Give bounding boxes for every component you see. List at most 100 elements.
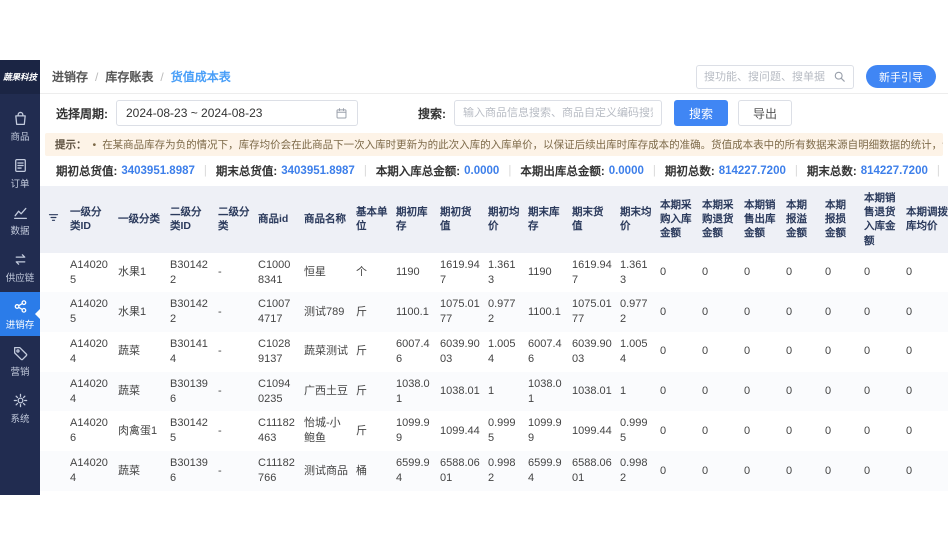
cell: 0 [698, 292, 740, 332]
cell: 测试789 [300, 292, 352, 332]
table-head: 一级分类ID一级分类二级分类ID二级分类商品id商品名称基本单位期初库存期初货值… [40, 186, 948, 253]
cell: 0 [860, 253, 902, 293]
period-range-picker[interactable]: 2024-08-23 ~ 2024-08-23 [116, 100, 358, 126]
cell: 1.3613 [484, 253, 524, 293]
cell: 1075.0177 [568, 292, 616, 332]
cell: 0 [698, 372, 740, 412]
sidebar-item-label: 进销存 [6, 317, 35, 331]
calendar-icon [335, 107, 348, 120]
cell: 蔬菜 [114, 332, 166, 372]
cell: B301425 [166, 411, 214, 451]
product-search-input[interactable] [463, 107, 653, 119]
cell: 斤 [352, 372, 392, 412]
newbie-guide-button[interactable]: 新手引导 [866, 65, 936, 88]
cell: C10940235 [254, 372, 300, 412]
cell: 0 [902, 253, 948, 293]
sidebar-item-orders[interactable]: 订单 [0, 151, 40, 195]
summary-separator: | [653, 165, 656, 177]
sidebar-item-marketing[interactable]: 营销 [0, 339, 40, 383]
cell: B301396 [166, 451, 214, 491]
cell: 1.0054 [616, 332, 656, 372]
export-button[interactable]: 导出 [738, 100, 792, 126]
table-row: A140204蔬菜B301414-C10289137蔬菜测试斤6007.4660… [40, 332, 948, 372]
product-search-box[interactable] [454, 100, 662, 126]
table-row: A140205水果1B301422-C10074717测试789斤1100.11… [40, 292, 948, 332]
sidebar-item-data[interactable]: 数据 [0, 198, 40, 242]
cell: C10008341 [254, 253, 300, 293]
cell: - [214, 332, 254, 372]
sidebar-item-label: 营销 [10, 364, 29, 378]
summary-label: 本期出库总金额: [520, 163, 604, 179]
summary-value: 3403951.8987 [121, 165, 195, 177]
cell: 蔬菜 [114, 451, 166, 491]
table-header-row: 一级分类ID一级分类二级分类ID二级分类商品id商品名称基本单位期初库存期初货值… [40, 186, 948, 253]
breadcrumb-item[interactable]: 库存账表 [105, 68, 153, 85]
search-icon[interactable] [833, 70, 846, 83]
sidebar-item-label: 系统 [10, 411, 29, 425]
cell: - [214, 292, 254, 332]
global-search-input[interactable] [704, 71, 833, 83]
cell: 水果1 [114, 253, 166, 293]
cell: 6599.94 [392, 451, 436, 491]
column-filter-icon[interactable] [40, 186, 66, 253]
search-label: 搜索: [418, 105, 446, 122]
cell: 0 [860, 411, 902, 451]
cell: 0 [656, 253, 698, 293]
cell: 0 [821, 332, 860, 372]
cell: 1190 [524, 253, 568, 293]
summary-value: 0.0000 [464, 165, 499, 177]
cell: 0 [782, 332, 821, 372]
cell: 水果1 [114, 292, 166, 332]
cost-table: 一级分类ID一级分类二级分类ID二级分类商品id商品名称基本单位期初库存期初货值… [40, 186, 948, 495]
sidebar-item-system[interactable]: 系统 [0, 386, 40, 430]
sidebar: 蔬果科技 商品订单数据供应链进销存营销系统 [0, 60, 40, 495]
search-button[interactable]: 搜索 [674, 100, 728, 126]
cell: 0.9982 [616, 491, 656, 495]
supply-icon [12, 251, 29, 268]
summary-separator: | [937, 165, 940, 177]
cell: C11182463 [254, 411, 300, 451]
global-search-box[interactable] [696, 65, 854, 89]
period-label: 选择周期: [56, 105, 108, 122]
cell: A140204 [66, 451, 114, 491]
cell: B301422 [166, 292, 214, 332]
column-header: 一级分类ID [66, 186, 114, 253]
orders-icon [12, 157, 29, 174]
period-range-value: 2024-08-23 ~ 2024-08-23 [126, 106, 262, 120]
cell: 6588.0601 [436, 451, 484, 491]
cell: 0 [740, 491, 782, 495]
summary-label: 本期入库总金额: [376, 163, 460, 179]
cell: 0 [656, 292, 698, 332]
cell: 0 [740, 292, 782, 332]
cell: B301403 [166, 491, 214, 495]
hint-bar: 提示： • 在某商品库存为负的情况下，库存均价会在此商品下一次入库时更新为的此次… [45, 133, 943, 156]
column-header: 期初货值 [436, 186, 484, 253]
summary-label: 期初总数: [665, 163, 715, 179]
sidebar-item-inventory[interactable]: 进销存 [0, 292, 40, 336]
cell: 1099.99 [524, 411, 568, 451]
sidebar-item-supply[interactable]: 供应链 [0, 245, 40, 289]
cell: 0 [740, 451, 782, 491]
cell: 怡城-小鲍鱼 [300, 411, 352, 451]
cell: A140206 [66, 411, 114, 451]
breadcrumb-separator: / [160, 70, 163, 84]
cell: B301396 [166, 372, 214, 412]
table-container: 一级分类ID一级分类二级分类ID二级分类商品id商品名称基本单位期初库存期初货值… [40, 186, 948, 495]
column-header: 期末库存 [524, 186, 568, 253]
row-gutter-cell [40, 253, 66, 293]
cell: 0.9982 [484, 491, 524, 495]
cell: 0 [821, 292, 860, 332]
cell: 0 [740, 253, 782, 293]
cell: 个 [352, 253, 392, 293]
cell: 1099.44 [568, 411, 616, 451]
column-header: 本期调拨入库均价 [902, 186, 948, 253]
breadcrumb-item[interactable]: 进销存 [52, 68, 88, 85]
sidebar-item-goods[interactable]: 商品 [0, 104, 40, 148]
cell: 10990 [524, 491, 568, 495]
row-gutter-cell [40, 491, 66, 495]
cell: A140202 [66, 491, 114, 495]
sidebar-item-label: 数据 [10, 223, 29, 237]
cell: 0 [698, 451, 740, 491]
sidebar-item-label: 订单 [10, 176, 29, 190]
cell: A140204 [66, 372, 114, 412]
